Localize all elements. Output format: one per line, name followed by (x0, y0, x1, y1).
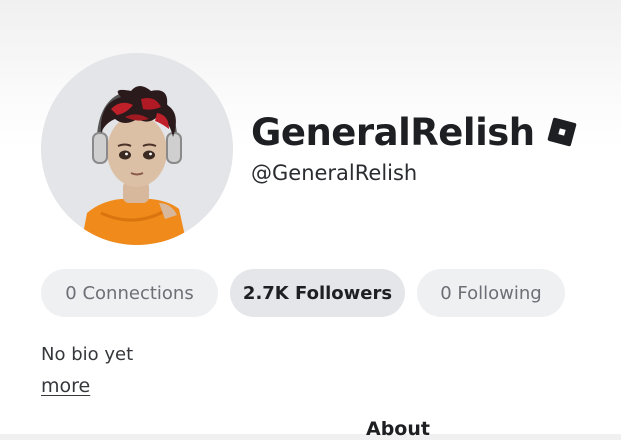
tab-about[interactable]: About (366, 418, 430, 440)
avatar[interactable] (41, 53, 233, 245)
stats-row: 0 Connections 2.7K Followers 0 Following (41, 269, 565, 317)
bio-text: No bio yet (41, 344, 134, 365)
display-name: GeneralRelish (251, 110, 535, 154)
connections-button[interactable]: 0 Connections (41, 269, 218, 317)
more-link[interactable]: more (41, 375, 90, 397)
roblox-logo-icon (545, 115, 579, 149)
followers-button[interactable]: 2.7K Followers (230, 269, 405, 317)
username: @GeneralRelish (251, 161, 418, 185)
avatar-headshot-image (81, 86, 187, 245)
following-button[interactable]: 0 Following (417, 269, 565, 317)
display-name-row: GeneralRelish (251, 106, 579, 158)
